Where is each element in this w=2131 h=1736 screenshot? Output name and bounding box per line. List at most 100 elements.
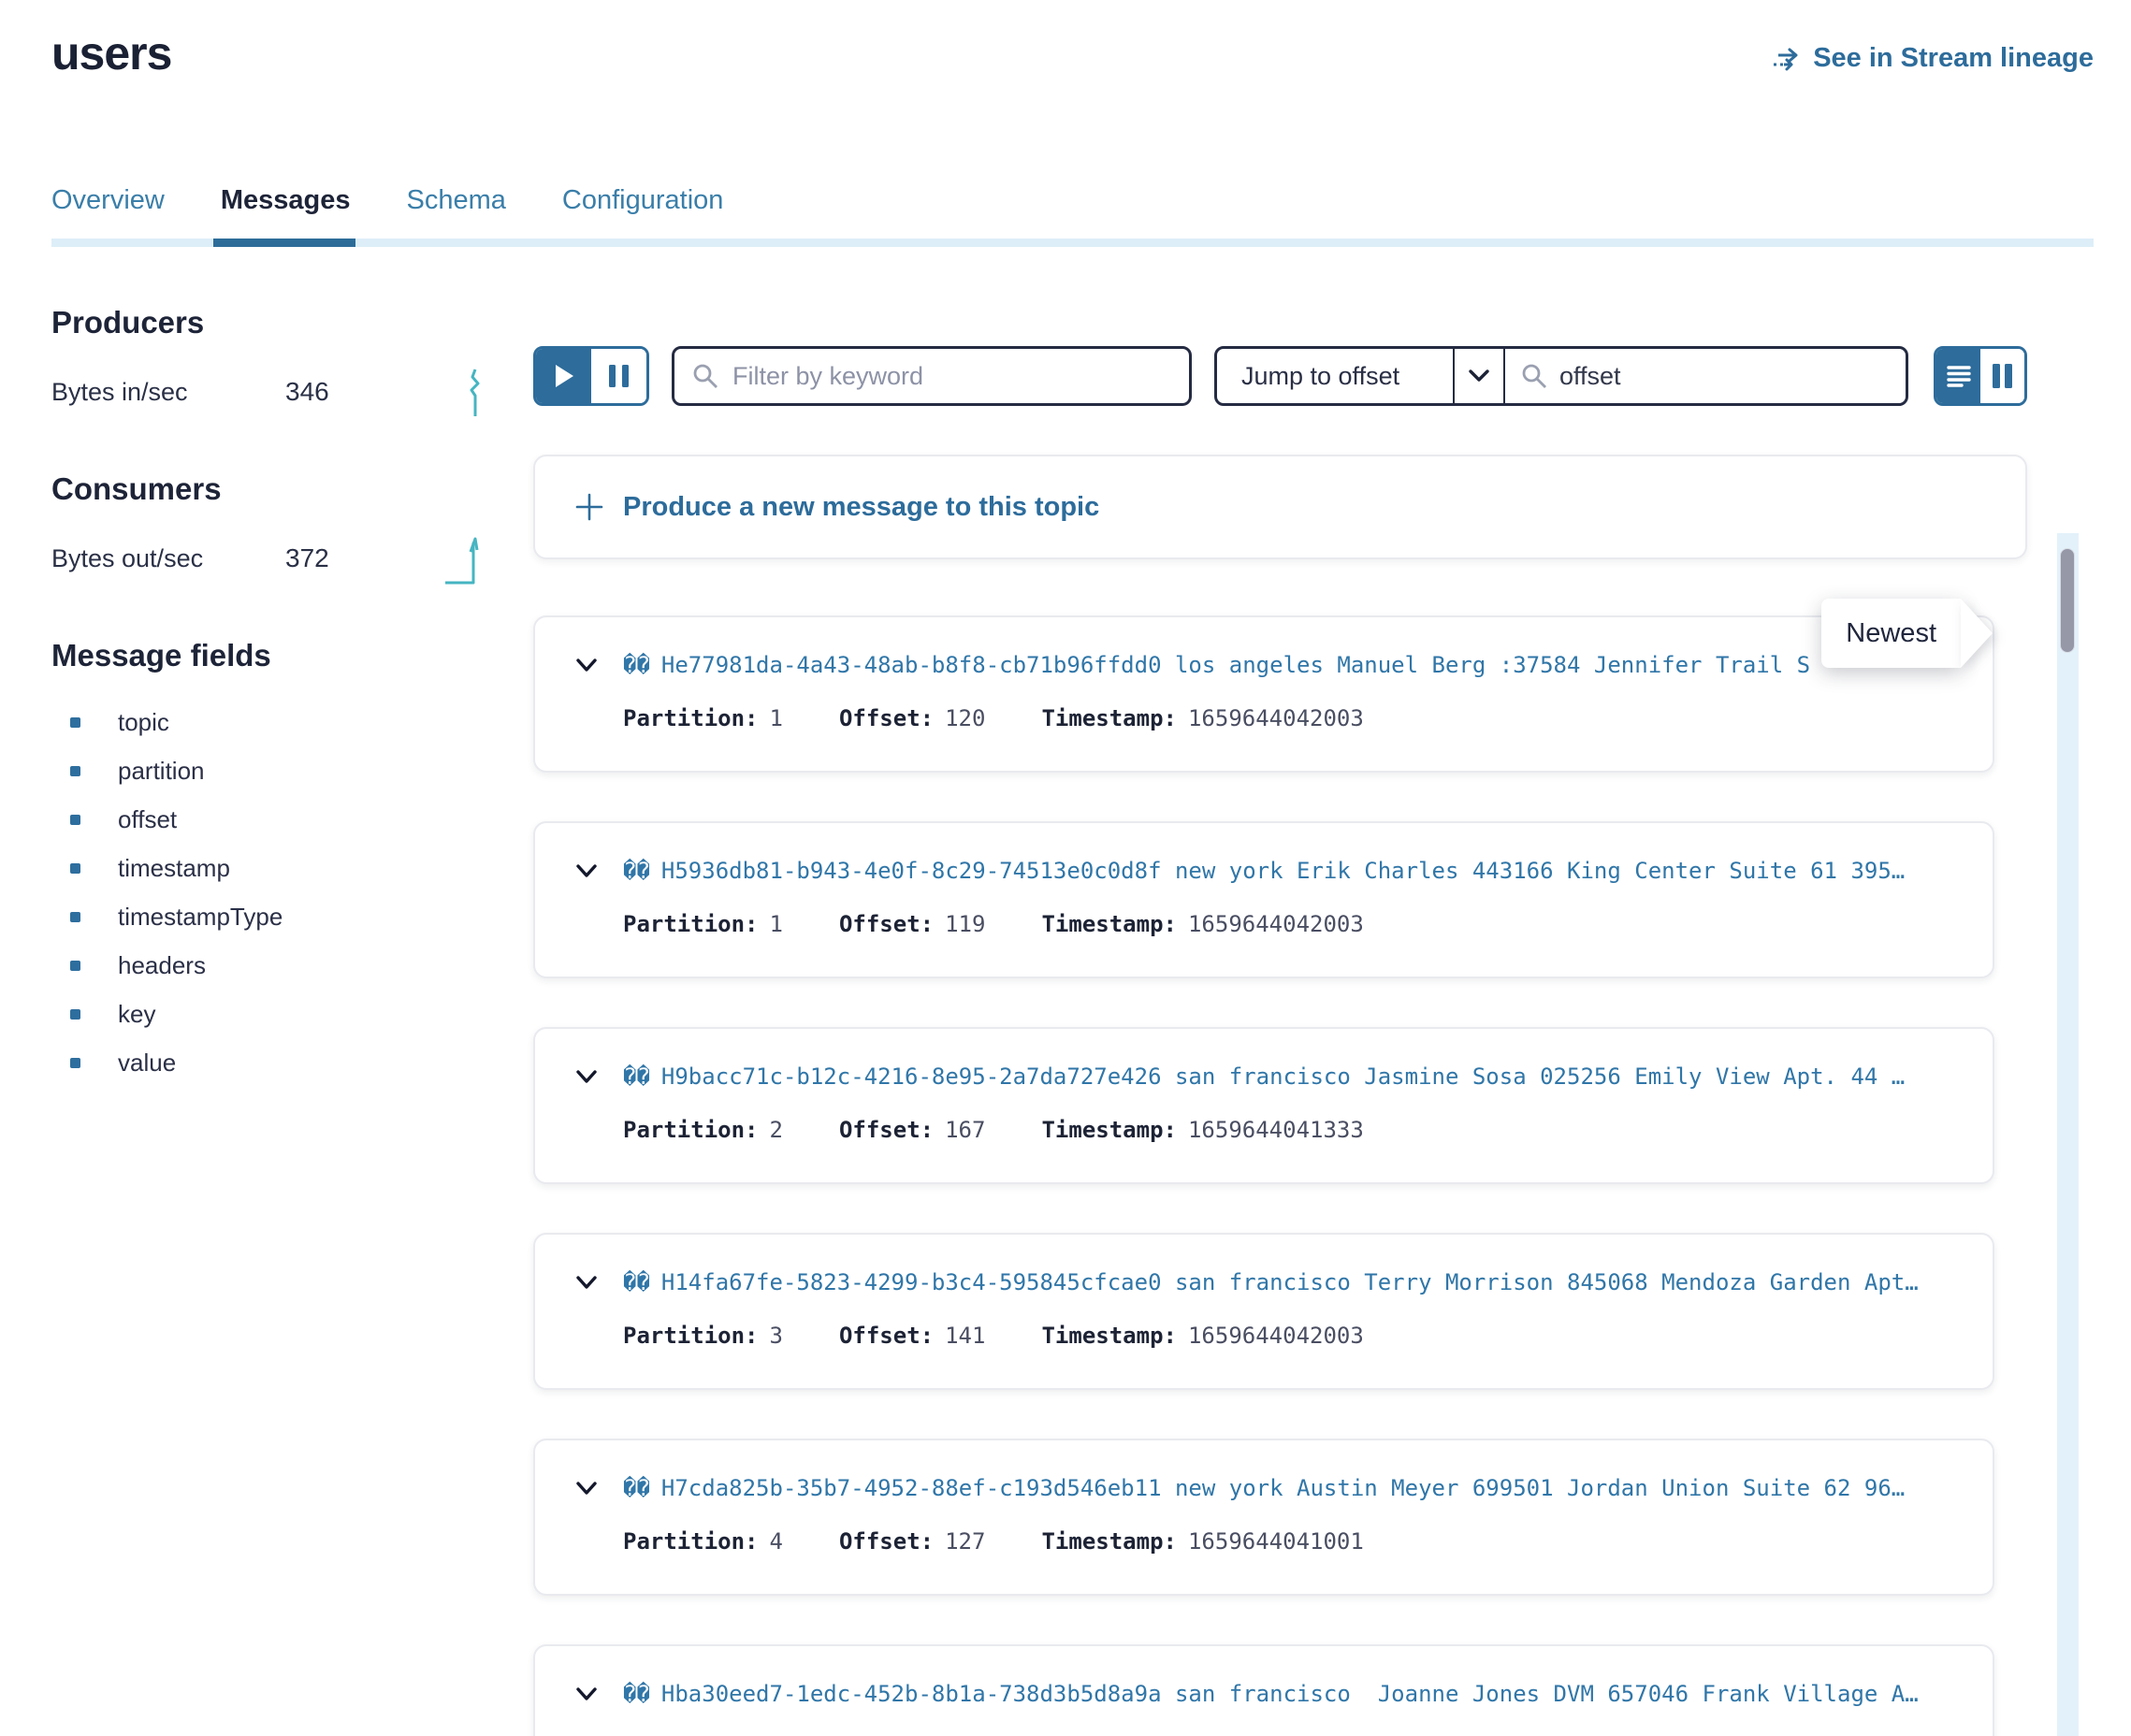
plus-icon xyxy=(574,492,604,522)
message-field-item[interactable]: key xyxy=(51,990,533,1038)
message-key-text: H9bacc71c-b12c-4216-8e95-2a7da727e426 sa… xyxy=(661,1063,1905,1090)
field-bullet-icon xyxy=(70,1009,80,1020)
offset-field: Offset:120 xyxy=(839,705,986,731)
message-meta: Partition:2 Offset:167 Timestamp:1659644… xyxy=(623,1117,1955,1143)
tab-messages[interactable]: Messages xyxy=(221,185,351,216)
consumers-heading: Consumers xyxy=(51,471,533,507)
timestamp-field: Timestamp:1659644041001 xyxy=(1041,1528,1363,1555)
message-meta: Partition:3 Offset:141 Timestamp:1659644… xyxy=(623,1323,1955,1349)
binary-glyphs: �� xyxy=(623,1475,650,1501)
partition-field: Partition:1 xyxy=(623,705,783,731)
messages-toolbar: Jump to offset xyxy=(533,346,2027,406)
jump-to-offset-control: Jump to offset xyxy=(1214,346,1908,406)
binary-glyphs: �� xyxy=(623,1681,650,1707)
timestamp-field: Timestamp:1659644042003 xyxy=(1041,1323,1363,1349)
bytes-out-stat: Bytes out/sec 372 xyxy=(51,531,533,586)
keyword-filter xyxy=(672,346,1192,406)
bytes-in-label: Bytes in/sec xyxy=(51,378,285,407)
offset-field: Offset:141 xyxy=(839,1323,986,1349)
partition-field: Partition:2 xyxy=(623,1117,783,1143)
field-bullet-icon xyxy=(70,912,80,922)
binary-glyphs: �� xyxy=(623,858,650,884)
message-field-item[interactable]: value xyxy=(51,1038,533,1087)
message-meta: Partition:4 Offset:127 Timestamp:1659644… xyxy=(623,1528,1955,1555)
message-field-item[interactable]: topic xyxy=(51,698,533,746)
message-row[interactable]: �� H9bacc71c-b12c-4216-8e95-2a7da727e426 … xyxy=(533,1027,1994,1184)
scrollbar-track[interactable] xyxy=(2057,533,2079,1736)
message-key-preview: �� H9bacc71c-b12c-4216-8e95-2a7da727e426 … xyxy=(623,1063,1955,1090)
message-row[interactable]: ��Hba30eed7-1edc-452b-8b1a-738d3b5d8a9a … xyxy=(533,1644,1994,1736)
message-field-item[interactable]: headers xyxy=(51,941,533,990)
bytes-in-stat: Bytes in/sec 346 xyxy=(51,365,533,419)
newest-tooltip: Newest xyxy=(1821,599,1961,668)
message-row[interactable]: �� He77981da-4a43-48ab-b8f8-cb71b96ffdd0 … xyxy=(533,615,1994,773)
field-label: partition xyxy=(118,757,205,786)
stream-lineage-icon xyxy=(1772,45,1802,73)
message-fields-heading: Message fields xyxy=(51,638,533,673)
message-key-text: H7cda825b-35b7-4952-88ef-c193d546eb11 ne… xyxy=(661,1475,1905,1501)
message-key-preview: ��H5936db81-b943-4e0f-8c29-74513e0c0d8f … xyxy=(623,858,1955,884)
producers-heading: Producers xyxy=(51,305,533,340)
message-row[interactable]: ��H14fa67fe-5823-4299-b3c4-595845cfcae0 … xyxy=(533,1233,1994,1390)
field-bullet-icon xyxy=(70,766,80,776)
select-chevron-button[interactable] xyxy=(1455,349,1502,403)
timestamp-field: Timestamp:1659644041333 xyxy=(1041,1117,1363,1143)
timestamp-field: Timestamp:1659644042003 xyxy=(1041,705,1363,731)
jump-to-offset-select[interactable]: Jump to offset xyxy=(1217,349,1453,403)
message-key-text: He77981da-4a43-48ab-b8f8-cb71b96ffdd0 lo… xyxy=(661,652,1810,678)
message-field-item[interactable]: timestamp xyxy=(51,844,533,892)
partition-field: Partition:3 xyxy=(623,1323,783,1349)
topic-page: users See in Stream lineage Overview Mes… xyxy=(0,0,2131,1736)
play-pause-toggle xyxy=(533,346,649,406)
expand-chevron-icon[interactable] xyxy=(573,1063,601,1091)
offset-field: Offset:127 xyxy=(839,1528,986,1555)
tab-overview[interactable]: Overview xyxy=(51,185,165,216)
produce-message-button[interactable]: Produce a new message to this topic xyxy=(533,455,2027,559)
field-label: topic xyxy=(118,708,169,737)
message-field-item[interactable]: offset xyxy=(51,795,533,844)
binary-glyphs: �� xyxy=(623,652,650,678)
field-label: key xyxy=(118,1000,155,1029)
scrollbar-thumb[interactable] xyxy=(2060,548,2075,653)
pause-button[interactable] xyxy=(591,349,646,403)
tab-schema[interactable]: Schema xyxy=(407,185,506,216)
play-icon xyxy=(554,364,574,388)
binary-glyphs: �� xyxy=(623,1269,650,1295)
expand-chevron-icon[interactable] xyxy=(573,1680,601,1708)
play-button[interactable] xyxy=(536,349,591,403)
filter-input[interactable] xyxy=(732,362,1172,391)
expand-chevron-icon[interactable] xyxy=(573,1268,601,1296)
pause-icon xyxy=(609,365,629,387)
timestamp-field: Timestamp:1659644042003 xyxy=(1041,911,1363,937)
stream-lineage-link[interactable]: See in Stream lineage xyxy=(1772,43,2094,74)
tab-bar: Overview Messages Schema Configuration xyxy=(0,185,2131,247)
field-bullet-icon xyxy=(70,1058,80,1068)
message-row[interactable]: ��H5936db81-b943-4e0f-8c29-74513e0c0d8f … xyxy=(533,821,1994,978)
message-field-item[interactable]: timestampType xyxy=(51,892,533,941)
list-view-icon xyxy=(1947,364,1971,388)
search-icon xyxy=(1520,362,1548,390)
column-view-icon xyxy=(1993,364,2012,388)
message-fields-list: topic partition offset timestamp xyxy=(51,698,533,1087)
field-label: offset xyxy=(118,805,177,834)
offset-input[interactable] xyxy=(1559,362,1891,391)
message-field-item[interactable]: partition xyxy=(51,746,533,795)
binary-glyphs: �� xyxy=(623,1063,650,1090)
offset-field: Offset:119 xyxy=(839,911,986,937)
field-label: timestamp xyxy=(118,854,230,883)
partition-field: Partition:4 xyxy=(623,1528,783,1555)
expand-chevron-icon[interactable] xyxy=(573,1474,601,1502)
column-view-button[interactable] xyxy=(1980,349,2024,403)
list-view-button[interactable] xyxy=(1936,349,1980,403)
message-key-preview: �� He77981da-4a43-48ab-b8f8-cb71b96ffdd0 … xyxy=(623,652,1955,678)
field-label: timestampType xyxy=(118,903,283,932)
bytes-out-label: Bytes out/sec xyxy=(51,544,285,573)
message-row[interactable]: �� H7cda825b-35b7-4952-88ef-c193d546eb11 … xyxy=(533,1439,1994,1596)
expand-chevron-icon[interactable] xyxy=(573,651,601,679)
expand-chevron-icon[interactable] xyxy=(573,857,601,885)
field-bullet-icon xyxy=(70,717,80,728)
topic-sidebar: Producers Bytes in/sec 346 Consumers Byt… xyxy=(0,305,533,1736)
tab-configuration[interactable]: Configuration xyxy=(562,185,724,216)
search-icon xyxy=(691,362,719,390)
stream-lineage-label: See in Stream lineage xyxy=(1813,43,2094,74)
